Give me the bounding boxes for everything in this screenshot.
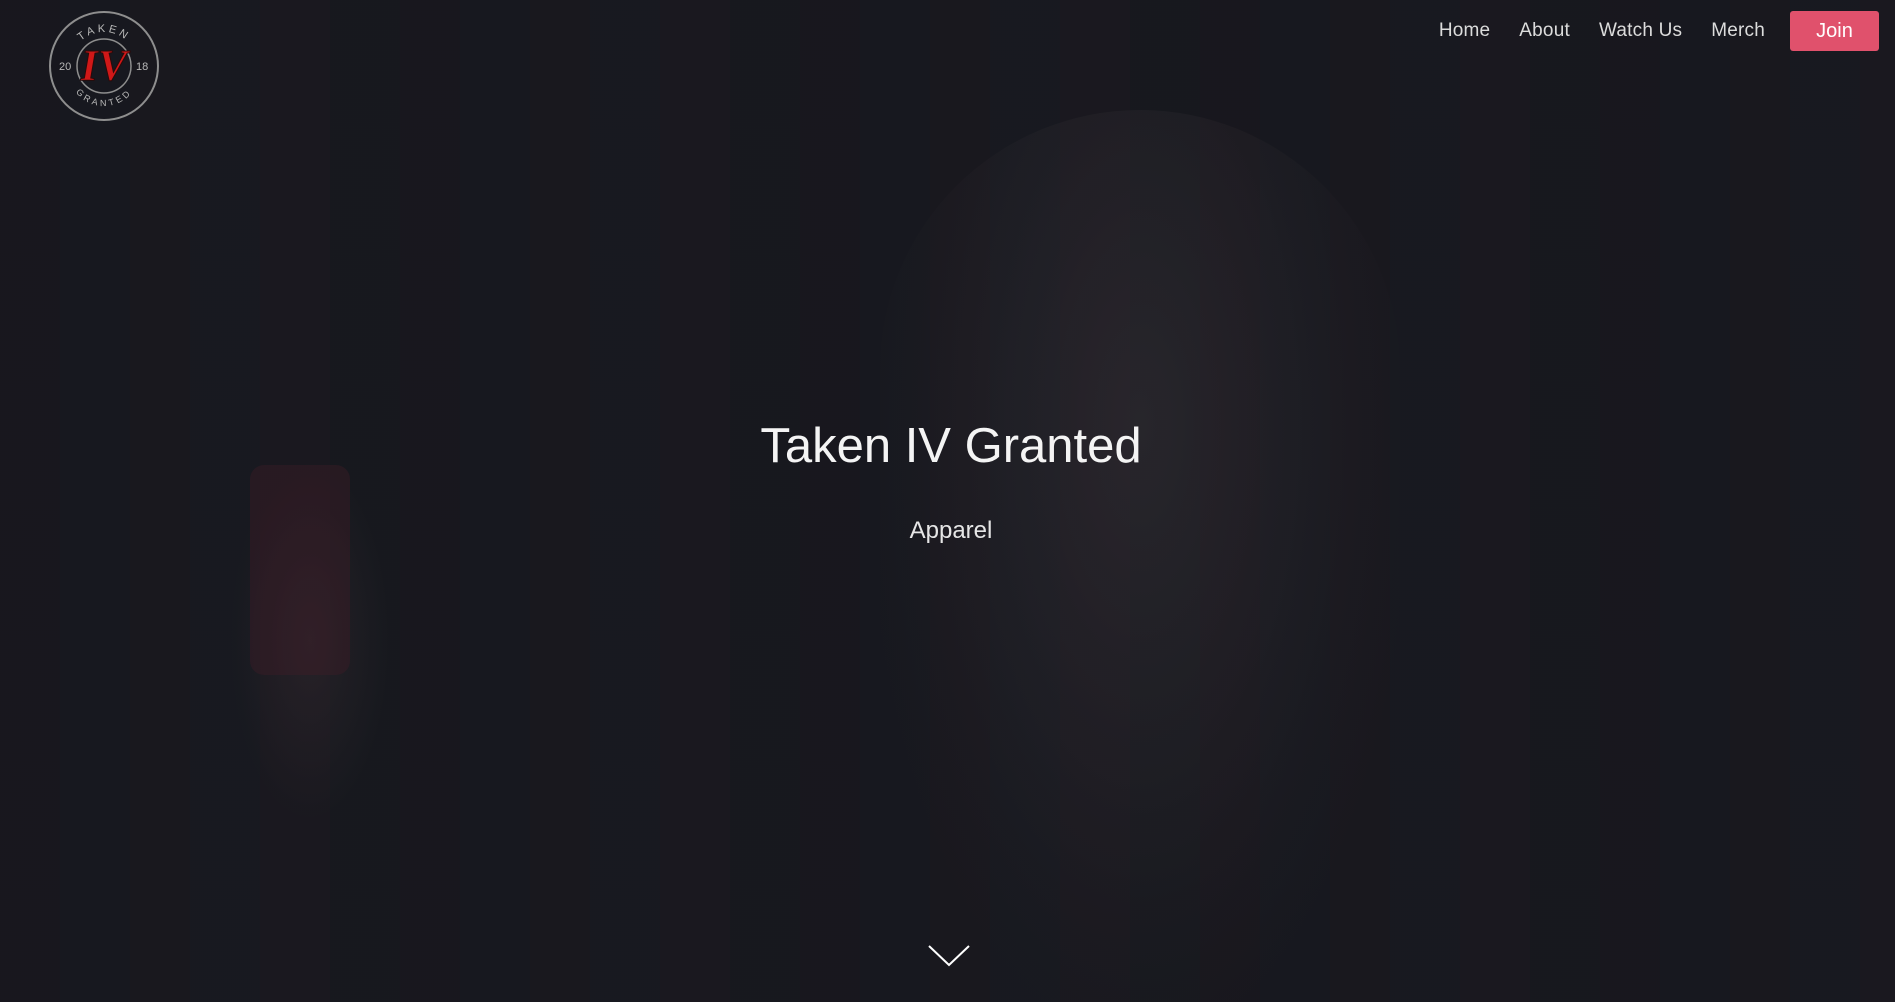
hero-subtitle: Apparel <box>909 517 993 544</box>
nav-item-merch[interactable]: Merch <box>1711 20 1765 42</box>
main-nav: Home About Watch Us Merch Join <box>1439 0 1895 62</box>
logo-emblem: TAKEN GRANTED 20 18 IV <box>49 11 159 121</box>
logo-year-right: 18 <box>136 61 148 73</box>
nav-item-home[interactable]: Home <box>1439 20 1490 42</box>
logo-year-left: 20 <box>59 61 71 73</box>
background-photo-figure <box>880 110 1400 1002</box>
background-photo-phone <box>250 465 350 675</box>
hero-title: Taken IV Granted <box>760 419 1142 473</box>
nav-item-about[interactable]: About <box>1519 20 1570 42</box>
chevron-down-icon[interactable] <box>928 944 970 968</box>
join-button[interactable]: Join <box>1790 11 1879 51</box>
nav-item-watch-us[interactable]: Watch Us <box>1599 20 1682 42</box>
logo[interactable]: TAKEN GRANTED 20 18 IV <box>48 8 160 124</box>
hero-section: TAKEN GRANTED 20 18 IV Home About Watch … <box>0 0 1895 1002</box>
logo-mark: IV <box>80 41 131 90</box>
